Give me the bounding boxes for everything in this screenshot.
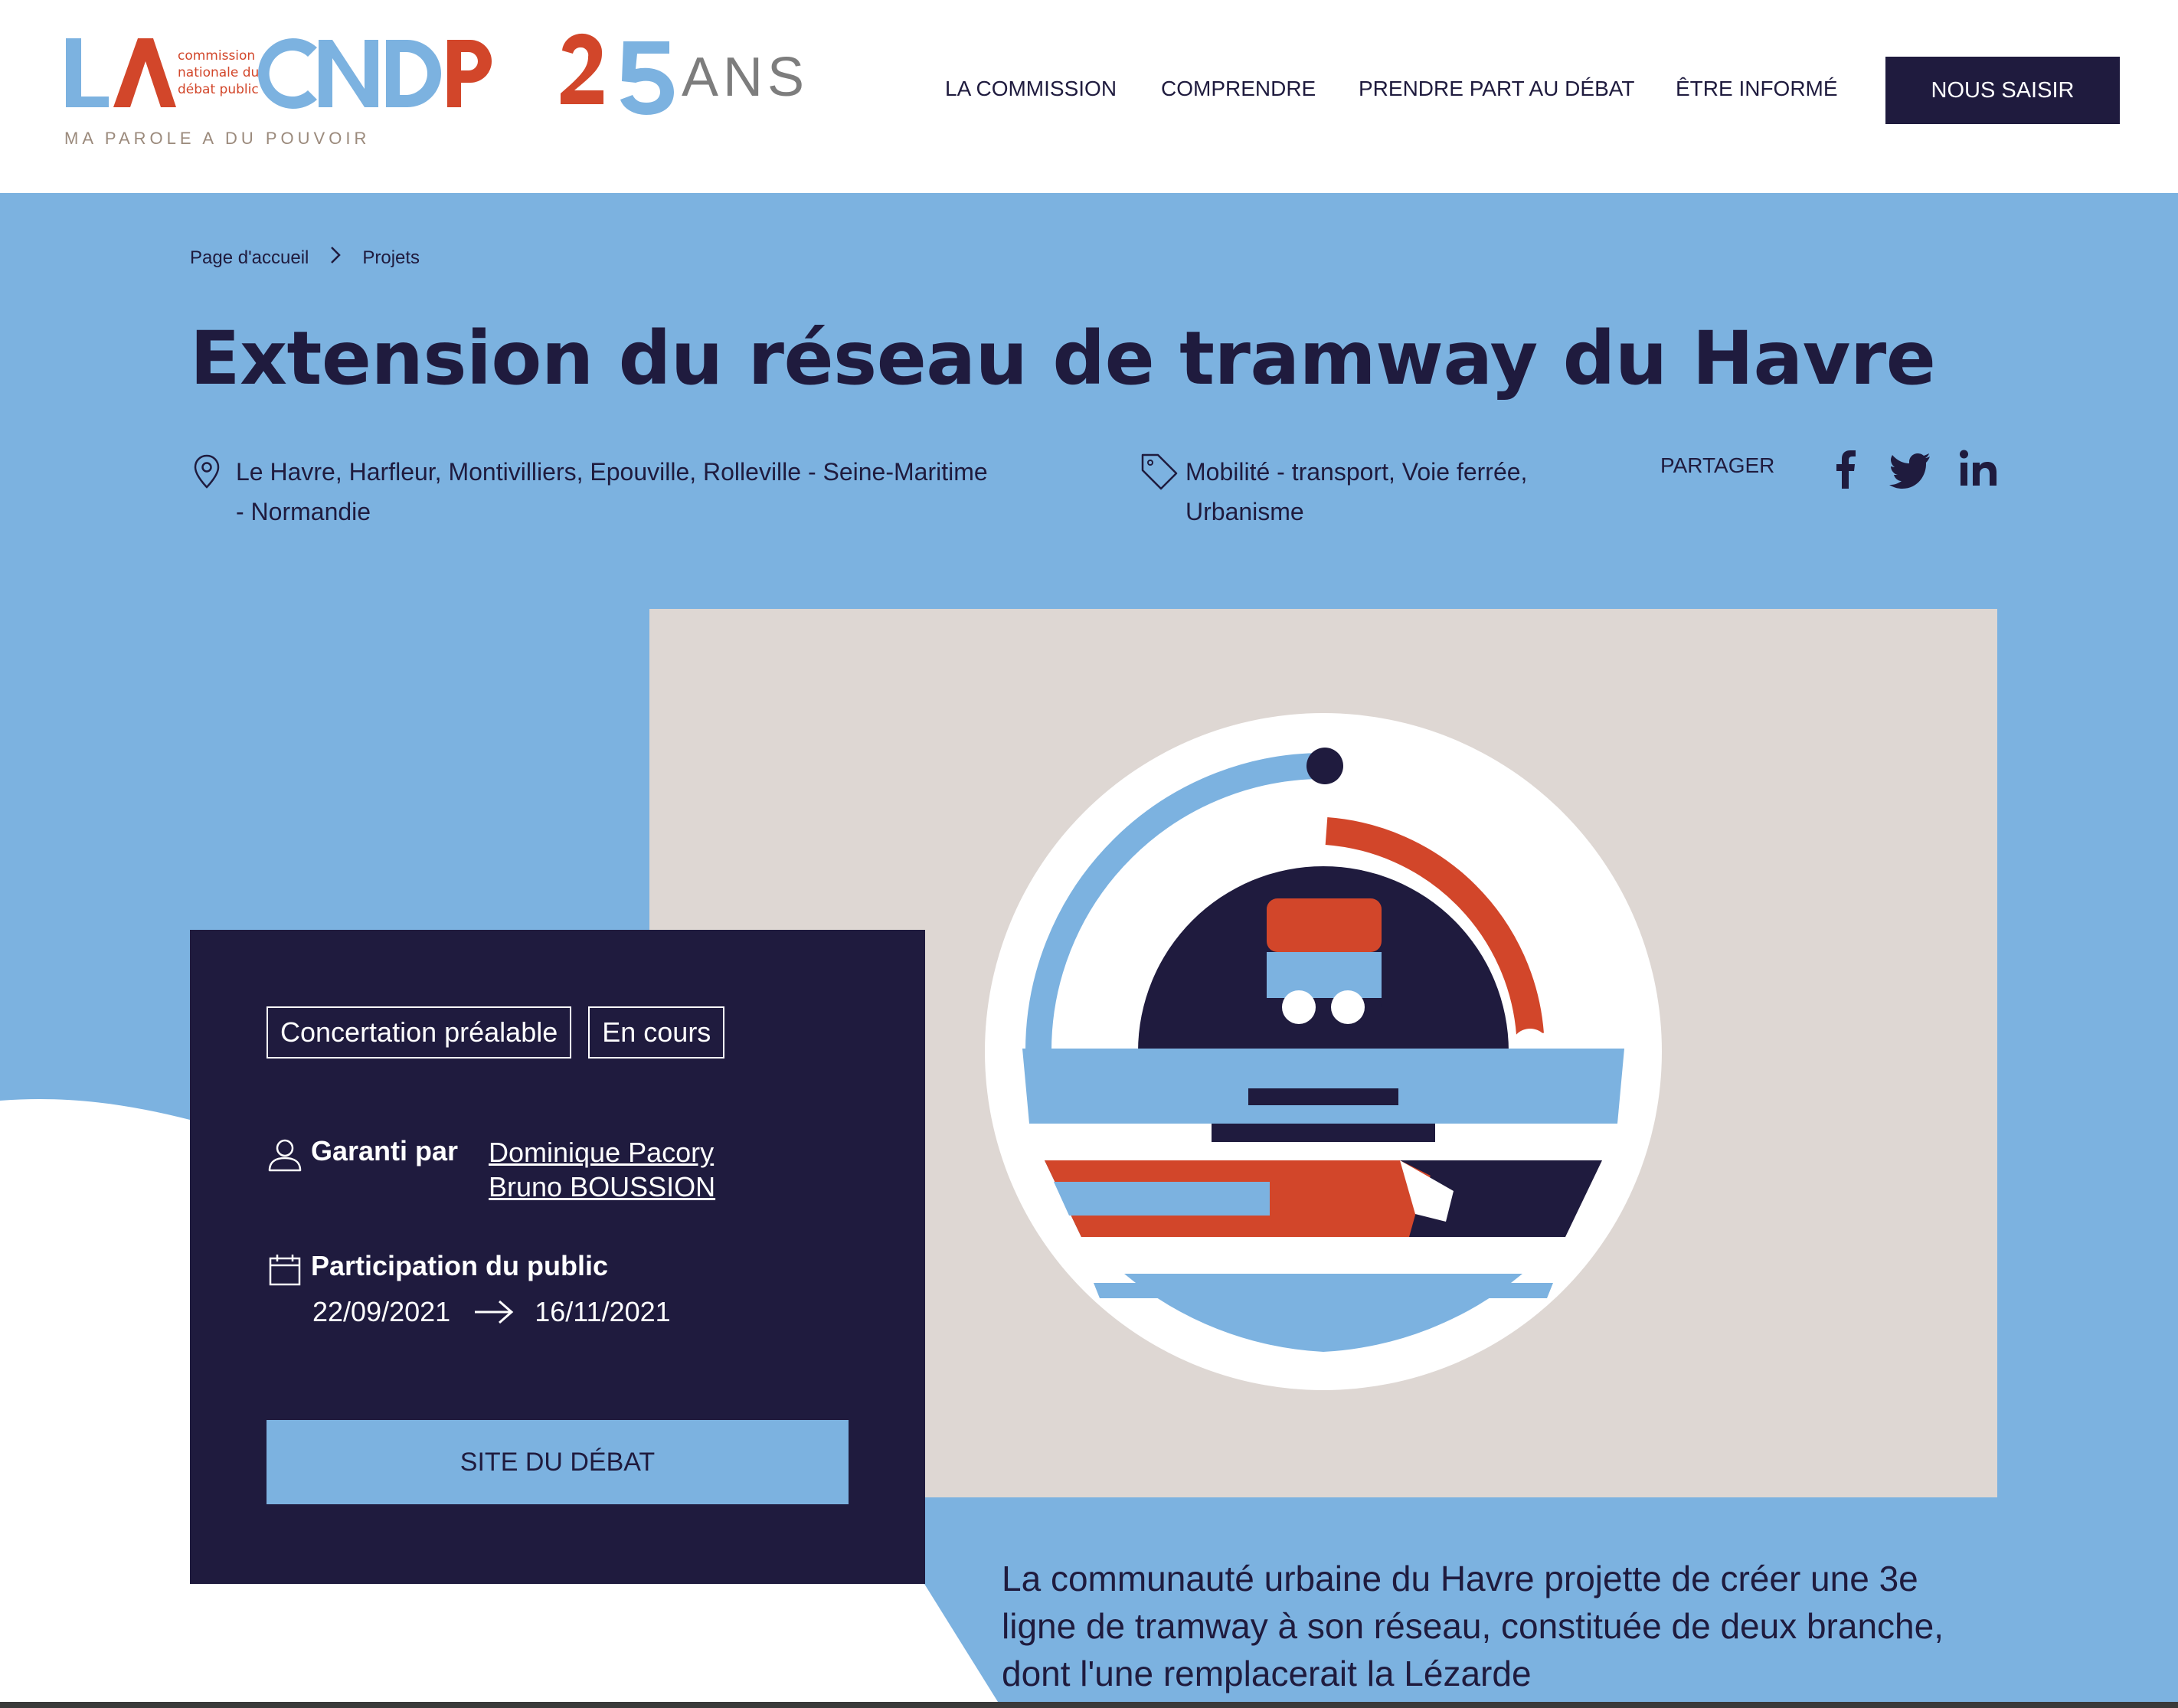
nav-prendre-part[interactable]: PRENDRE PART AU DÉBAT	[1359, 77, 1634, 101]
project-description: La communauté urbaine du Havre projette …	[1002, 1559, 1944, 1693]
badge-status: En cours	[588, 1006, 725, 1059]
tag-icon	[1141, 453, 1178, 490]
breadcrumb-home[interactable]: Page d'accueil	[190, 247, 309, 269]
guarantors-list: Dominique Pacory Bruno BOUSSION	[489, 1135, 715, 1204]
nav-etre-informe[interactable]: ÊTRE INFORMÉ	[1676, 77, 1838, 101]
location-text: Le Havre, Harfleur, Montivilliers, Epouv…	[236, 458, 988, 525]
logo-line-3: débat public	[178, 82, 259, 97]
project-info-card: Concertation préalable En cours Garanti …	[190, 930, 925, 1584]
chevron-right-icon	[309, 245, 362, 270]
nous-saisir-button[interactable]: NOUS SAISIR	[1885, 57, 2120, 124]
twitter-icon[interactable]	[1889, 446, 1934, 492]
cndp-logo-mark	[66, 33, 603, 109]
logo-commission-text: commission nationale du débat public	[178, 47, 259, 98]
status-badges: Concertation préalable En cours	[267, 1006, 725, 1059]
breadcrumb-current[interactable]: Projets	[362, 247, 420, 269]
user-icon	[268, 1139, 302, 1172]
share-label: PARTAGER	[1660, 453, 1775, 477]
logo-line-2: nationale du	[178, 65, 260, 80]
bottom-status-strip	[0, 1702, 2178, 1708]
nav-la-commission[interactable]: LA COMMISSION	[945, 77, 1117, 101]
cndp-logo[interactable]: commission nationale du débat public ANS…	[64, 31, 804, 153]
guaranteed-by-label: Garanti par	[311, 1135, 459, 1166]
guarantor-link[interactable]: Bruno BOUSSION	[489, 1170, 715, 1204]
logo-tagline: MA PAROLE A DU POUVOIR	[64, 129, 371, 148]
breadcrumb: Page d'accueil Projets	[190, 245, 420, 270]
guarantor-link[interactable]: Dominique Pacory	[489, 1135, 715, 1170]
site-header: commission nationale du débat public ANS…	[0, 0, 2178, 193]
facebook-icon[interactable]	[1823, 446, 1869, 492]
linkedin-icon[interactable]	[1956, 446, 2002, 492]
project-hero: Page d'accueil Projets Extension du rése…	[0, 193, 2178, 1708]
logo-ans: ANS	[682, 47, 809, 108]
tags-text: Mobilité - transport, Voie ferrée, Urban…	[1185, 458, 1528, 525]
badge-procedure-type: Concertation préalable	[267, 1006, 572, 1059]
logo-digit-five	[620, 41, 674, 115]
page-title: Extension du réseau de tramway du Havre	[190, 316, 1936, 401]
date-end: 16/11/2021	[535, 1296, 671, 1327]
site-du-debat-button[interactable]: SITE DU DÉBAT	[267, 1420, 849, 1504]
participation-label: Participation du public	[311, 1250, 609, 1281]
location-pin-icon	[194, 454, 220, 489]
nav-comprendre[interactable]: COMPRENDRE	[1161, 77, 1316, 101]
arrow-right-icon	[450, 1297, 535, 1327]
date-start: 22/09/2021	[312, 1296, 451, 1327]
calendar-icon	[269, 1255, 301, 1286]
logo-line-1: commission	[178, 48, 256, 64]
participation-dates: 22/09/2021 16/11/2021	[312, 1296, 671, 1328]
